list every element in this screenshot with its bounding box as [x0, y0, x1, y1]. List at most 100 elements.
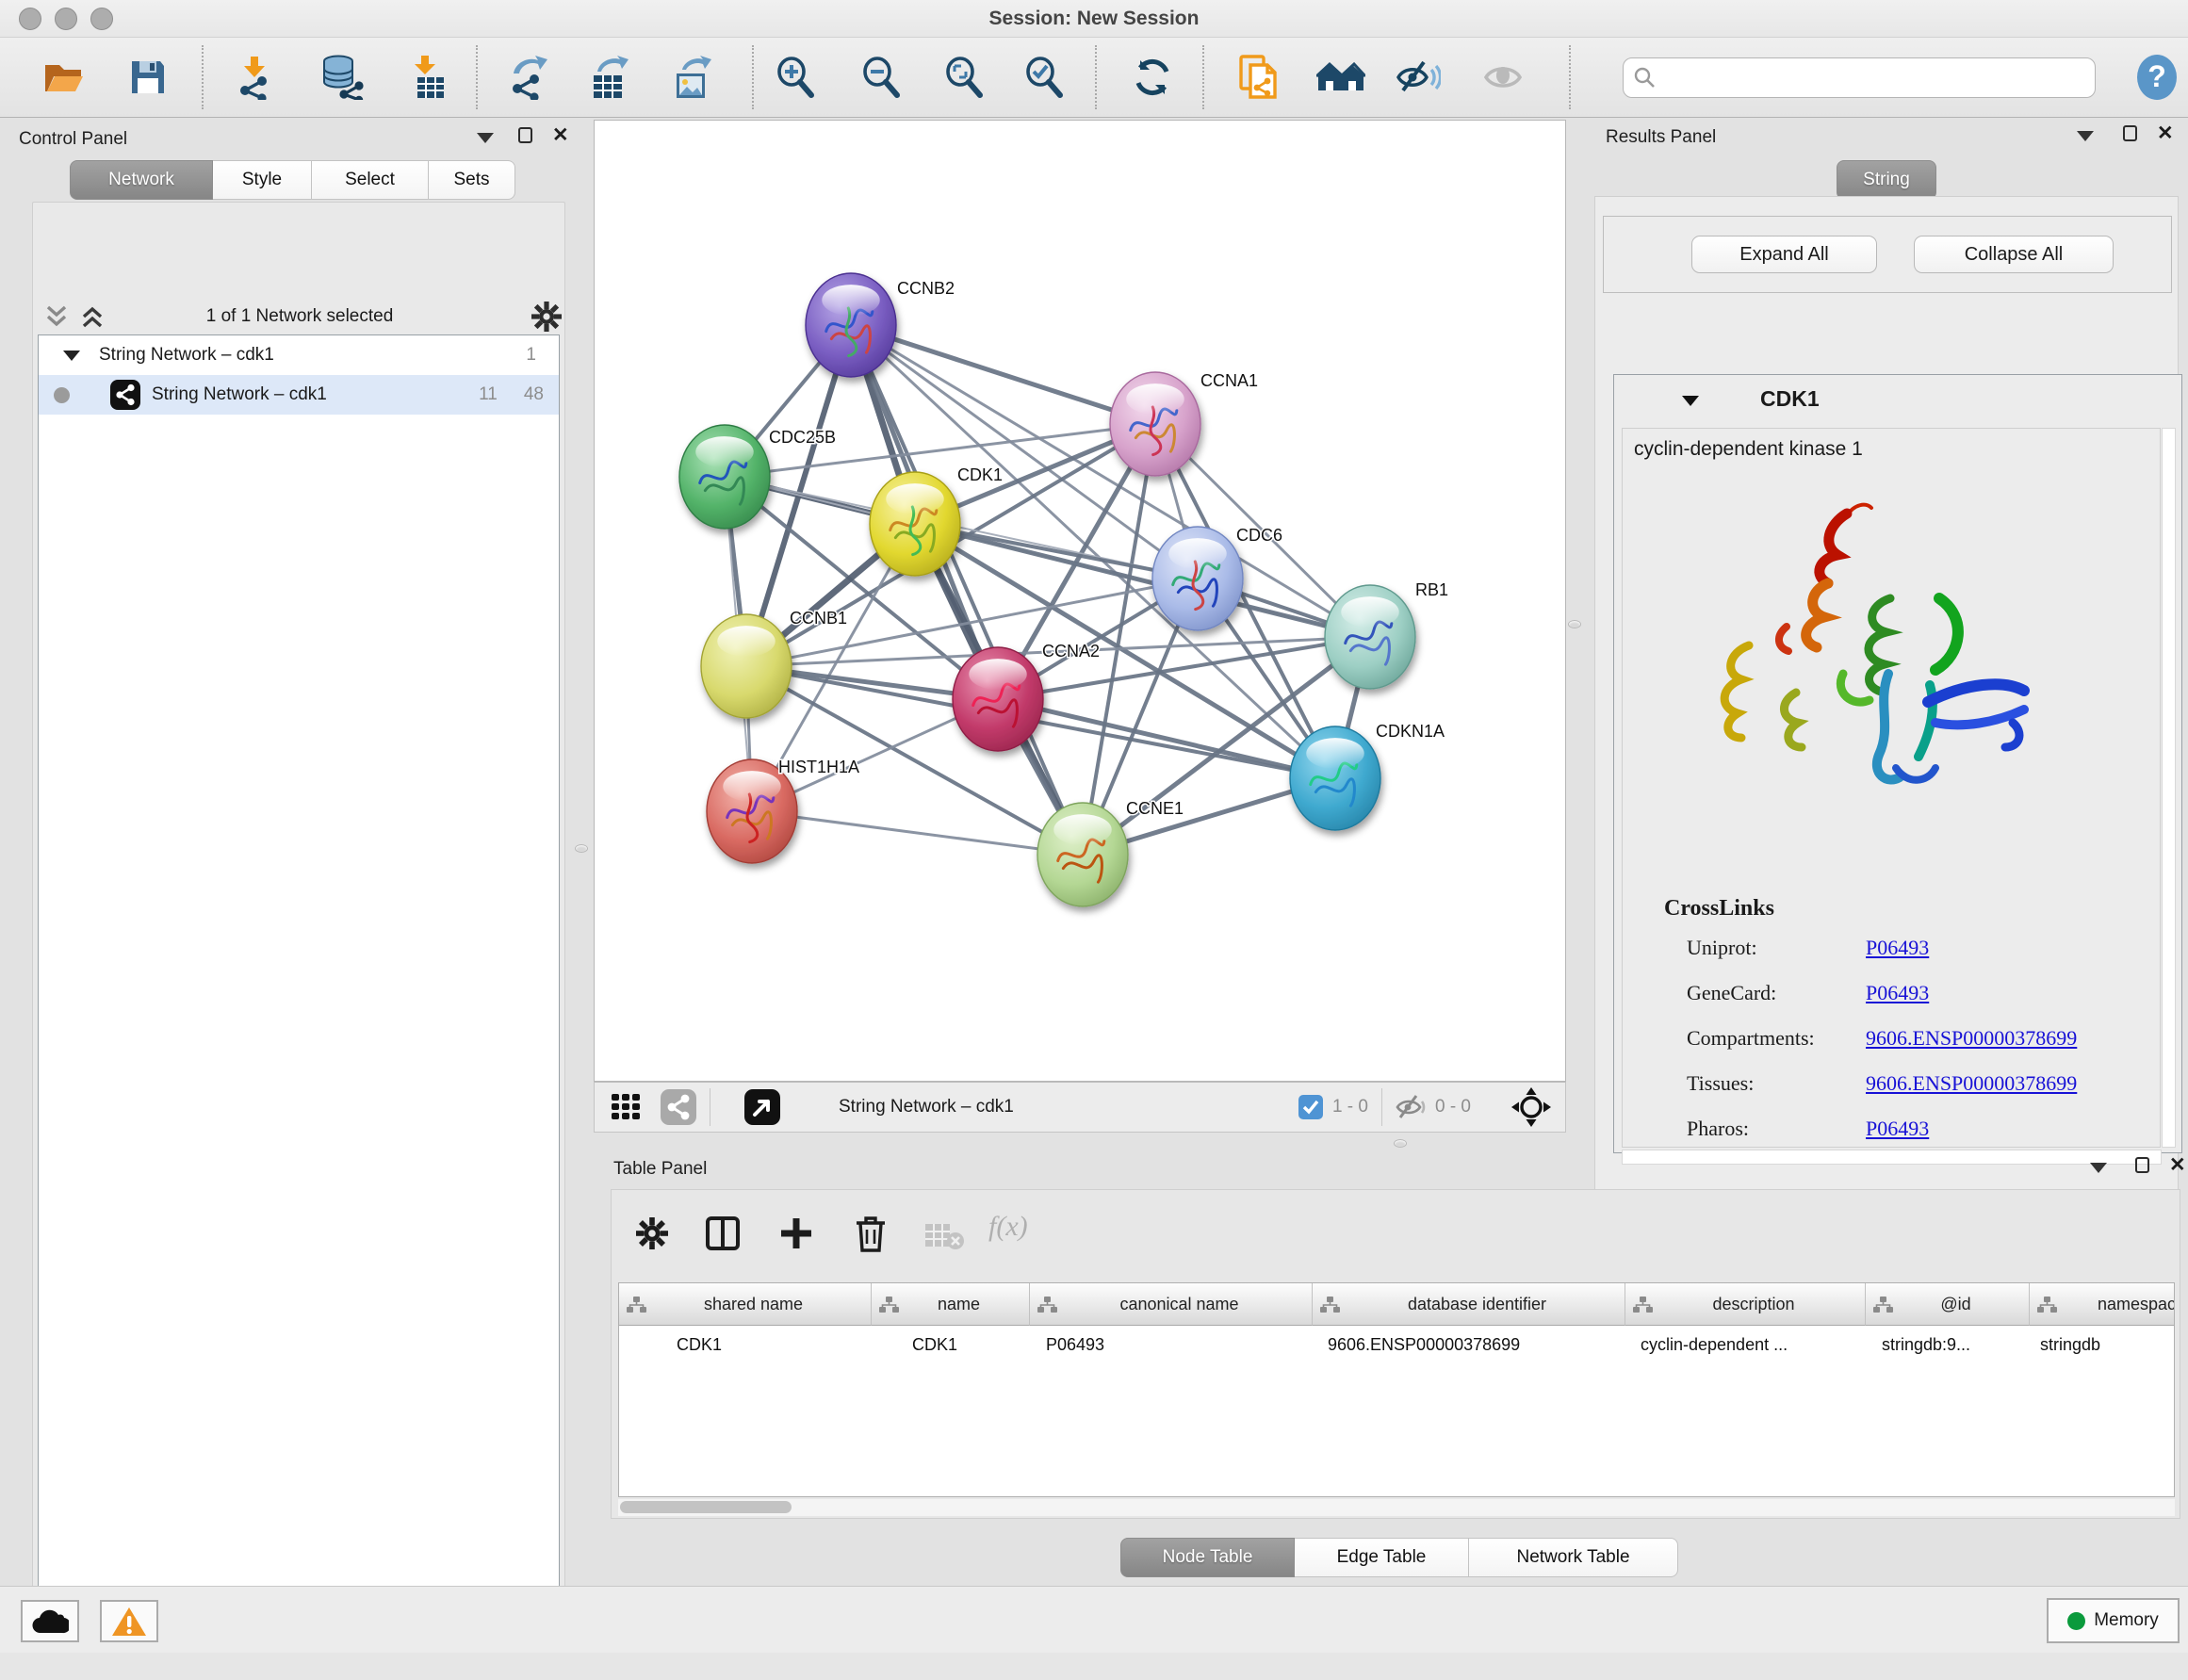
column-header-namespace[interactable]: namespace — [2030, 1283, 2175, 1326]
column-header-database-identifier[interactable]: database identifier — [1313, 1283, 1625, 1326]
tab-sets[interactable]: Sets — [429, 160, 515, 200]
crosslink-link[interactable]: P06493 — [1866, 936, 1929, 960]
table-cell[interactable]: stringdb:9... — [1866, 1326, 2030, 1363]
table-panel-menu-icon[interactable] — [2090, 1163, 2107, 1173]
apply-layout-button[interactable] — [1127, 50, 1178, 105]
network-node-HIST1H1A[interactable]: HIST1H1A — [707, 758, 859, 863]
import-network-database-button[interactable] — [316, 50, 367, 105]
network-node-CDC6[interactable]: CDC6 — [1152, 526, 1282, 630]
tab-node-table[interactable]: Node Table — [1120, 1538, 1295, 1577]
table-hscrollbar[interactable] — [618, 1499, 2175, 1516]
table-cell[interactable]: CDK1 — [872, 1326, 1030, 1363]
bottom-splitter-handle[interactable] — [1394, 1139, 1407, 1148]
delete-column-icon[interactable] — [853, 1215, 889, 1254]
detach-view-icon[interactable] — [744, 1089, 780, 1125]
vertical-scrollbar[interactable] — [2162, 428, 2176, 1148]
control-panel-float-icon[interactable] — [518, 127, 532, 143]
search-input[interactable] — [1657, 68, 2072, 89]
node-position-tool-icon[interactable] — [1510, 1086, 1552, 1128]
cloud-status-button[interactable] — [21, 1600, 79, 1642]
protein-collapse-icon[interactable] — [1682, 396, 1699, 406]
network-node-CDKN1A[interactable]: CDKN1A — [1290, 722, 1445, 830]
tab-style[interactable]: Style — [213, 160, 312, 200]
column-header-canonical-name[interactable]: canonical name — [1030, 1283, 1313, 1326]
tab-select[interactable]: Select — [312, 160, 429, 200]
crosslink-link[interactable]: 9606.ENSP00000378699 — [1866, 1071, 2077, 1096]
add-column-icon[interactable] — [777, 1215, 815, 1252]
delete-table-icon — [924, 1222, 966, 1250]
network-node-CCNE1[interactable]: CCNE1 — [1037, 799, 1184, 906]
birds-eye-view-icon[interactable] — [610, 1092, 642, 1122]
zoom-in-button[interactable] — [770, 50, 821, 105]
column-header-description[interactable]: description — [1625, 1283, 1866, 1326]
crosslink-link[interactable]: P06493 — [1866, 1117, 1929, 1141]
table-cell[interactable]: CDK1 — [619, 1326, 872, 1363]
results-panel-close-icon[interactable]: ✕ — [2157, 125, 2174, 141]
network-edge-HIST1H1A-CCNE1[interactable] — [752, 811, 1083, 855]
right-splitter-handle[interactable] — [1568, 620, 1581, 628]
protein-structure-image[interactable] — [1689, 483, 2084, 823]
network-node-CCNA2[interactable]: CCNA2 — [953, 642, 1100, 751]
network-options-gear-icon[interactable] — [531, 301, 563, 333]
table-cell[interactable]: cyclin-dependent ... — [1625, 1326, 1866, 1363]
column-header-shared-name[interactable]: shared name — [619, 1283, 872, 1326]
network-edge-CCNB2-CCNA1[interactable] — [851, 325, 1155, 424]
network-overview-share-icon[interactable] — [661, 1089, 696, 1125]
tab-network[interactable]: Network — [70, 160, 213, 200]
zoom-out-button[interactable] — [856, 50, 906, 105]
network-node-RB1[interactable]: RB1 — [1325, 580, 1448, 689]
network-canvas[interactable]: CCNB2CCNA1CDC25BCDK1CDC6RB1CCNB1CCNA2CDK… — [594, 120, 1566, 1082]
export-image-button[interactable] — [666, 50, 717, 105]
table-cell[interactable]: stringdb — [2030, 1326, 2175, 1363]
home-string-button[interactable] — [1315, 50, 1366, 105]
network-node-CCNA1[interactable]: CCNA1 — [1110, 371, 1258, 476]
import-table-file-button[interactable] — [402, 50, 453, 105]
network-row-selected[interactable]: String Network – cdk1 11 48 — [39, 375, 559, 415]
function-builder-icon: f(x) — [988, 1211, 1028, 1243]
help-button[interactable]: ? — [2131, 50, 2182, 105]
open-session-button[interactable] — [39, 50, 90, 105]
network-node-CDK1[interactable]: CDK1 — [870, 465, 1003, 576]
table-panel-close-icon[interactable]: ✕ — [2169, 1157, 2186, 1173]
collection-expand-icon[interactable] — [63, 351, 80, 361]
memory-button[interactable]: Memory — [2047, 1598, 2180, 1643]
crosslink-link[interactable]: 9606.ENSP00000378699 — [1866, 1026, 2077, 1051]
table-gear-icon[interactable] — [635, 1216, 669, 1250]
collapse-all-button[interactable]: Collapse All — [1914, 236, 2114, 273]
export-network-button[interactable] — [503, 50, 554, 105]
zoom-fit-button[interactable] — [939, 50, 989, 105]
network-edge-CCNA2-CDKN1A[interactable] — [998, 699, 1335, 778]
control-panel-close-icon[interactable]: ✕ — [552, 127, 569, 143]
column-header--id[interactable]: @id — [1866, 1283, 2030, 1326]
hide-unhide-button[interactable] — [1393, 50, 1444, 105]
network-node-CCNB2[interactable]: CCNB2 — [806, 273, 955, 377]
network-collection-row[interactable]: String Network – cdk1 1 — [39, 335, 559, 375]
tab-network-table[interactable]: Network Table — [1469, 1538, 1678, 1577]
results-panel-float-icon[interactable] — [2123, 125, 2137, 141]
network-edge-CCNB2-CCNE1[interactable] — [851, 325, 1083, 855]
network-node-CDC25B[interactable]: CDC25B — [679, 425, 836, 529]
copy-network-button[interactable] — [1233, 50, 1284, 105]
search-box[interactable] — [1623, 57, 2096, 98]
selected-checkbox-icon[interactable] — [1298, 1095, 1323, 1119]
crosslink-link[interactable]: P06493 — [1866, 981, 1929, 1005]
table-cell[interactable]: 9606.ENSP00000378699 — [1313, 1326, 1625, 1363]
column-header-name[interactable]: name — [872, 1283, 1030, 1326]
import-network-file-button[interactable] — [229, 50, 280, 105]
table-panel-float-icon[interactable] — [2135, 1157, 2149, 1173]
node-table[interactable]: shared namenamecanonical namedatabase id… — [618, 1282, 2175, 1497]
left-splitter-handle[interactable] — [575, 844, 588, 853]
save-session-button[interactable] — [122, 50, 173, 105]
results-panel-menu-icon[interactable] — [2077, 131, 2094, 141]
tab-edge-table[interactable]: Edge Table — [1295, 1538, 1469, 1577]
zoom-selected-button[interactable] — [1019, 50, 1070, 105]
table-hscrollbar-thumb[interactable] — [620, 1501, 792, 1513]
show-columns-icon[interactable] — [704, 1215, 742, 1252]
expand-all-button[interactable]: Expand All — [1691, 236, 1877, 273]
network-graph[interactable]: CCNB2CCNA1CDC25BCDK1CDC6RB1CCNB1CCNA2CDK… — [595, 121, 1565, 1081]
warnings-button[interactable] — [100, 1600, 158, 1642]
table-cell[interactable]: P06493 — [1030, 1326, 1313, 1363]
tab-string[interactable]: String — [1837, 160, 1936, 200]
export-table-button[interactable] — [583, 50, 634, 105]
control-panel-menu-icon[interactable] — [477, 133, 494, 143]
